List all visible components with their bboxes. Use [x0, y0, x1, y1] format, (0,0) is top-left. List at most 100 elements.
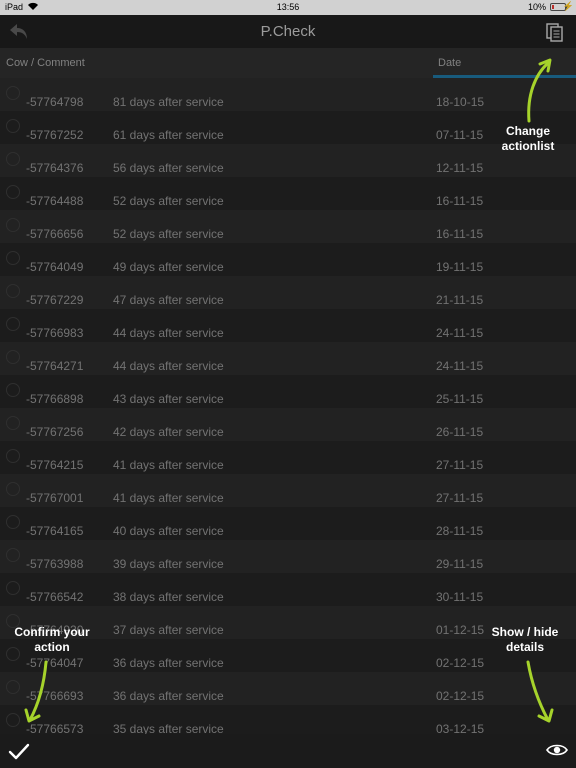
cow-number: -57767252 — [26, 128, 84, 142]
days-after-service: 61 days after service — [113, 128, 224, 142]
days-after-service: 56 days after service — [113, 161, 224, 175]
list-item[interactable]: -57766898 43 days after service 25-11-15 — [0, 375, 576, 408]
row-date: 02-12-15 — [436, 656, 485, 670]
nav-bar: P.Check — [0, 15, 576, 48]
list-item[interactable]: -57766693 36 days after service 02-12-15 — [0, 672, 576, 705]
days-after-service: 52 days after service — [113, 227, 224, 241]
row-select-radio[interactable] — [6, 119, 20, 133]
battery-percent: 10% — [527, 2, 546, 12]
cow-number: -57766656 — [26, 227, 84, 241]
cow-number: -57767256 — [26, 425, 84, 439]
row-date: 25-11-15 — [436, 392, 484, 406]
row-date: 16-11-15 — [436, 227, 484, 241]
cow-number: -57763988 — [26, 557, 84, 571]
row-select-radio[interactable] — [6, 218, 20, 232]
row-select-radio[interactable] — [6, 581, 20, 595]
callout-text: Confirm your — [14, 625, 90, 639]
row-select-radio[interactable] — [6, 251, 20, 265]
callout-show-hide: Show / hide details — [484, 625, 566, 655]
cow-number: -57764488 — [26, 194, 84, 208]
cow-number: -57766542 — [26, 590, 84, 604]
bottom-toolbar — [0, 734, 576, 768]
days-after-service: 41 days after service — [113, 458, 224, 472]
row-select-radio[interactable] — [6, 449, 20, 463]
list-item[interactable]: -57764215 41 days after service 27-11-15 — [0, 441, 576, 474]
days-after-service: 41 days after service — [113, 491, 224, 505]
row-date: 26-11-15 — [436, 425, 484, 439]
clock: 13:56 — [276, 2, 300, 12]
days-after-service: 44 days after service — [113, 326, 224, 340]
row-select-radio[interactable] — [6, 350, 20, 364]
row-date: 29-11-15 — [436, 557, 484, 571]
days-after-service: 52 days after service — [113, 194, 224, 208]
callout-text: details — [505, 640, 544, 654]
row-date: 30-11-15 — [436, 590, 484, 604]
cow-number: -57767229 — [26, 293, 84, 307]
days-after-service: 47 days after service — [113, 293, 224, 307]
callout-change-actionlist: Change actionlist — [496, 124, 560, 154]
list-item[interactable]: -57764488 52 days after service 16-11-15 — [0, 177, 576, 210]
cow-number: -57764271 — [26, 359, 84, 373]
cow-number: -57766983 — [26, 326, 84, 340]
row-date: 27-11-15 — [436, 491, 484, 505]
list-item[interactable]: -57764049 49 days after service 19-11-15 — [0, 243, 576, 276]
row-select-radio[interactable] — [6, 713, 20, 727]
check-icon[interactable] — [8, 740, 30, 762]
actionlist-icon[interactable] — [546, 23, 564, 43]
days-after-service: 38 days after service — [113, 590, 224, 604]
callout-text: actionlist — [501, 139, 555, 153]
row-date: 28-11-15 — [436, 524, 484, 538]
row-date: 19-11-15 — [436, 260, 484, 274]
callout-arrow-actionlist — [527, 58, 552, 123]
row-date: 07-11-15 — [436, 128, 484, 142]
eye-icon[interactable] — [546, 741, 568, 759]
row-select-radio[interactable] — [6, 416, 20, 430]
list-item[interactable]: -57766573 35 days after service 03-12-15 — [0, 705, 576, 734]
callout-confirm: Confirm your action — [4, 625, 100, 655]
column-header-cow[interactable]: Cow / Comment — [6, 57, 85, 69]
list-item[interactable]: -57764271 44 days after service 24-11-15 — [0, 342, 576, 375]
row-select-radio[interactable] — [6, 284, 20, 298]
days-after-service: 35 days after service — [113, 722, 224, 734]
row-select-radio[interactable] — [6, 515, 20, 529]
row-date: 16-11-15 — [436, 194, 484, 208]
row-select-radio[interactable] — [6, 317, 20, 331]
list-item[interactable]: -57766983 44 days after service 24-11-15 — [0, 309, 576, 342]
row-date: 27-11-15 — [436, 458, 484, 472]
days-after-service: 39 days after service — [113, 557, 224, 571]
days-after-service: 36 days after service — [113, 656, 224, 670]
list-item[interactable]: -57767001 41 days after service 27-11-15 — [0, 474, 576, 507]
row-select-radio[interactable] — [6, 86, 20, 100]
list-item[interactable]: -57766542 38 days after service 30-11-15 — [0, 573, 576, 606]
row-select-radio[interactable] — [6, 680, 20, 694]
row-select-radio[interactable] — [6, 185, 20, 199]
cow-number: -57767001 — [26, 491, 84, 505]
callout-arrow-show-hide — [526, 660, 554, 723]
days-after-service: 40 days after service — [113, 524, 224, 538]
cow-number: -57766898 — [26, 392, 84, 406]
list-item[interactable]: -57764376 56 days after service 12-11-15 — [0, 144, 576, 177]
days-after-service: 36 days after service — [113, 689, 224, 703]
list-item[interactable]: -57767229 47 days after service 21-11-15 — [0, 276, 576, 309]
row-select-radio[interactable] — [6, 383, 20, 397]
row-select-radio[interactable] — [6, 482, 20, 496]
list-item[interactable]: -57767256 42 days after service 26-11-15 — [0, 408, 576, 441]
row-date: 02-12-15 — [436, 689, 485, 703]
row-date: 03-12-15 — [436, 722, 485, 734]
days-after-service: 37 days after service — [113, 623, 224, 637]
list-item[interactable]: -57764165 40 days after service 28-11-15 — [0, 507, 576, 540]
charging-icon: ⚡ — [562, 1, 574, 11]
callout-text: action — [34, 640, 70, 654]
list-item[interactable]: -57767252 61 days after service 07-11-15 — [0, 111, 576, 144]
list-item[interactable]: -57763988 39 days after service 29-11-15 — [0, 540, 576, 573]
list-item[interactable]: -57766656 52 days after service 16-11-15 — [0, 210, 576, 243]
status-bar: iPad 13:56 10% ⚡ — [0, 0, 576, 15]
row-date: 01-12-15 — [436, 623, 485, 637]
row-select-radio[interactable] — [6, 548, 20, 562]
row-date: 18-10-15 — [436, 95, 485, 109]
list-item[interactable]: -57764798 81 days after service 18-10-15 — [0, 78, 576, 111]
callout-text: Show / hide — [491, 625, 559, 639]
column-header-date[interactable]: Date — [438, 57, 461, 69]
days-after-service: 81 days after service — [113, 95, 224, 109]
row-select-radio[interactable] — [6, 152, 20, 166]
